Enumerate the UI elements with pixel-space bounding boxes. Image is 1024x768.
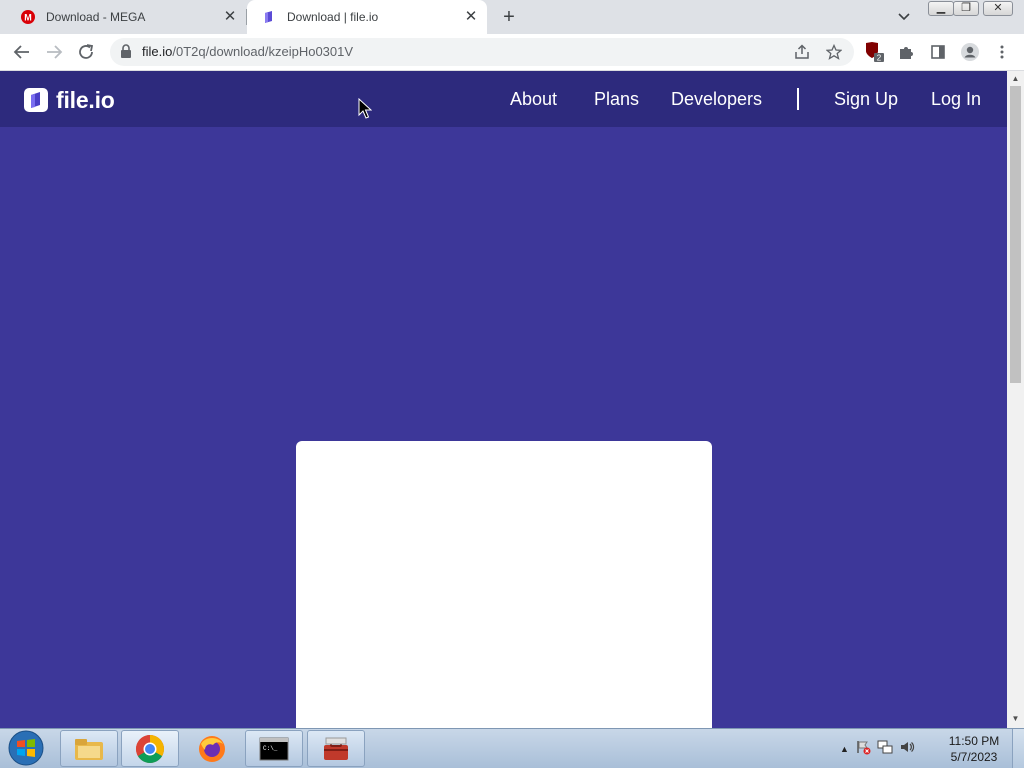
url-host: file.io — [142, 44, 173, 59]
restore-button[interactable]: ❐ — [953, 1, 979, 16]
svg-text:C:\_: C:\_ — [263, 745, 278, 752]
reload-icon[interactable] — [74, 41, 98, 63]
action-center-flag-icon[interactable] — [855, 739, 871, 760]
nav-divider — [797, 88, 799, 110]
new-tab-button[interactable]: + — [498, 6, 520, 28]
nav-about-link[interactable]: About — [510, 88, 557, 110]
tab-search-chevron-icon[interactable] — [894, 8, 914, 26]
close-tab-icon[interactable]: ✕ — [463, 9, 479, 25]
mouse-cursor-icon — [358, 97, 373, 120]
ublock-extension-icon[interactable]: 2 — [862, 41, 886, 63]
minimize-button[interactable]: ▁ — [928, 1, 954, 16]
nav-sign-up-link[interactable]: Sign Up — [834, 88, 898, 110]
profile-avatar-icon[interactable] — [958, 41, 982, 63]
bookmark-star-icon[interactable] — [822, 41, 846, 63]
url-path: /0T2q/download/kzeipHo0301V — [172, 44, 354, 59]
extensions-puzzle-icon[interactable] — [894, 41, 918, 63]
nav-plans-link[interactable]: Plans — [594, 88, 639, 110]
download-card — [296, 441, 712, 728]
share-icon[interactable] — [790, 41, 814, 63]
clock-date: 5/7/2023 — [950, 750, 998, 764]
show-desktop-button[interactable] — [1012, 729, 1024, 768]
side-panel-icon[interactable] — [926, 41, 950, 63]
site-navbar: file.io About Plans Developers Sign Up L… — [0, 71, 1007, 127]
clock-time: 11:50 PM — [948, 734, 1000, 748]
tab-title: Download - MEGA — [46, 10, 146, 24]
taskbar-clock[interactable]: 11:50 PM 5/7/2023 — [940, 733, 1008, 765]
tab-mega[interactable]: M Download - MEGA ✕ — [8, 0, 246, 34]
chrome-icon[interactable] — [121, 730, 179, 767]
nav-log-in-link[interactable]: Log In — [931, 88, 981, 110]
toolbox-icon[interactable] — [307, 730, 365, 767]
svg-text:M: M — [24, 13, 32, 23]
fileio-icon — [261, 9, 277, 25]
start-button[interactable] — [5, 729, 47, 767]
page-viewport: file.io About Plans Developers Sign Up L… — [0, 71, 1007, 728]
scroll-down-icon[interactable]: ▼ — [1010, 714, 1021, 724]
scrollbar-thumb[interactable] — [1010, 86, 1021, 383]
more-menu-icon[interactable] — [990, 41, 1014, 63]
fileio-logo-icon — [24, 88, 48, 112]
back-arrow-icon[interactable] — [10, 41, 34, 63]
nav-developers-link[interactable]: Developers — [671, 88, 762, 110]
site-logo[interactable]: file.io — [24, 86, 115, 113]
tab-fileio[interactable]: Download | file.io ✕ — [247, 0, 487, 34]
url-text[interactable]: file.io/0T2q/download/kzeipHo0301V — [142, 44, 353, 59]
close-tab-icon[interactable]: ✕ — [222, 9, 238, 25]
volume-icon[interactable] — [899, 739, 915, 760]
show-hidden-icons-icon[interactable]: ▲ — [840, 744, 849, 754]
logo-text: file.io — [56, 86, 115, 113]
file-explorer-icon[interactable] — [60, 730, 118, 767]
firefox-icon[interactable] — [183, 730, 241, 767]
network-icon[interactable] — [877, 739, 893, 760]
cmd-icon[interactable]: C:\_ — [245, 730, 303, 767]
tab-title: Download | file.io — [287, 10, 379, 24]
lock-icon[interactable] — [120, 44, 134, 60]
forward-arrow-icon[interactable] — [42, 41, 66, 63]
close-window-button[interactable]: ✕ — [983, 1, 1013, 16]
mega-icon: M — [20, 9, 36, 25]
scroll-up-icon[interactable]: ▲ — [1010, 74, 1021, 84]
system-tray: ▲ — [840, 736, 915, 762]
extension-badge: 2 — [877, 54, 882, 63]
